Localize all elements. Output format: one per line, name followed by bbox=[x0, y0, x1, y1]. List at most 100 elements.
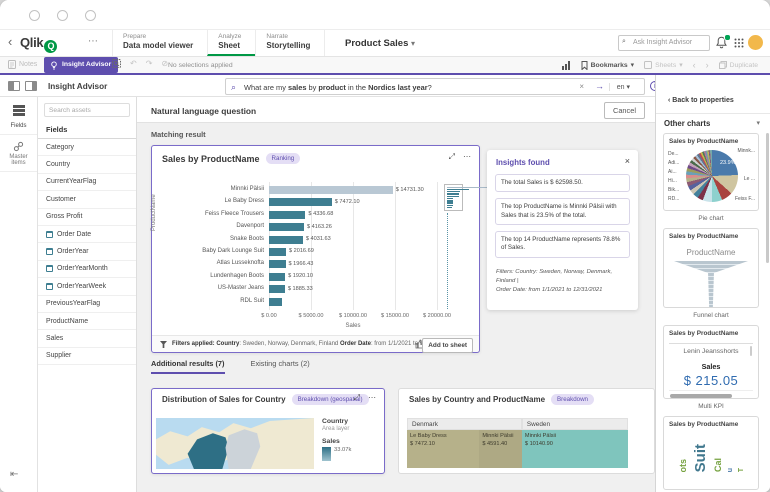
window-control-minimize[interactable] bbox=[57, 10, 68, 21]
app-title-dropdown[interactable]: Product Sales ▾ bbox=[345, 38, 415, 49]
close-icon[interactable]: × bbox=[625, 156, 630, 166]
user-avatar[interactable] bbox=[748, 35, 763, 50]
toggle-right-panel-icon[interactable] bbox=[25, 81, 37, 91]
nlq-search-input[interactable]: ⌕ What are my sales by product in the No… bbox=[225, 78, 645, 95]
insight-advisor-button[interactable]: Insight Advisor bbox=[44, 57, 118, 73]
bar-row[interactable]: Le Baby Dress$ 7472.10 bbox=[152, 196, 479, 208]
panel-scrollbar[interactable] bbox=[766, 133, 770, 263]
bar[interactable] bbox=[269, 248, 286, 256]
bar[interactable] bbox=[269, 285, 285, 293]
bar[interactable] bbox=[269, 211, 305, 219]
prev-sheet-icon[interactable]: ‹ bbox=[693, 60, 696, 70]
rail-tab-master-items[interactable]: Master items bbox=[0, 135, 37, 172]
app-overflow-menu-icon[interactable]: ⋯ bbox=[88, 36, 98, 47]
language-selector[interactable]: en ▾ bbox=[609, 83, 630, 91]
field-item[interactable]: OrderYearWeek bbox=[38, 278, 136, 295]
word-cloud-word[interactable]: u bbox=[727, 468, 734, 472]
treemap-cell[interactable]: Minnki Pälsii$ 4591.40 bbox=[479, 430, 522, 468]
result-chart-card[interactable]: Sales by ProductName Ranking ⤢ ⋯ Product… bbox=[151, 145, 480, 353]
notifications-bell-icon[interactable] bbox=[716, 36, 728, 49]
treemap-chart-card[interactable]: Sales by Country and ProductName Breakdo… bbox=[398, 388, 655, 474]
window-control-close[interactable] bbox=[29, 10, 40, 21]
bar-row[interactable]: Feiss Fleece Trousers$ 4336.68 bbox=[152, 209, 479, 221]
word-cloud-word[interactable]: ots bbox=[678, 459, 688, 473]
ask-insight-advisor-input[interactable]: ⌕ Ask Insight Advisor bbox=[618, 35, 710, 51]
word-cloud-word[interactable]: T bbox=[738, 468, 745, 472]
tab-existing-charts[interactable]: Existing charts (2) bbox=[251, 359, 310, 374]
bar[interactable] bbox=[269, 260, 286, 268]
insight-item[interactable]: The total Sales is $ 62598.50. bbox=[495, 174, 630, 192]
more-menu-icon[interactable]: ⋯ bbox=[368, 393, 376, 403]
geo-chart-card[interactable]: Distribution of Sales for Country Breakd… bbox=[151, 388, 385, 474]
step-back-icon[interactable]: ↶ bbox=[130, 59, 137, 68]
tab-additional-results[interactable]: Additional results (7) bbox=[151, 359, 225, 374]
field-item[interactable]: OrderYear bbox=[38, 243, 136, 260]
back-icon[interactable]: ‹ bbox=[8, 34, 12, 49]
duplicate-button[interactable]: Duplicate bbox=[719, 61, 758, 69]
cancel-button[interactable]: Cancel bbox=[604, 102, 645, 119]
next-sheet-icon[interactable]: › bbox=[706, 60, 709, 70]
qlik-logo[interactable]: QlikQ bbox=[20, 35, 57, 53]
field-item[interactable]: Order Date bbox=[38, 226, 136, 243]
fields-section-header[interactable]: Fields bbox=[38, 121, 136, 139]
clear-query-icon[interactable]: × bbox=[579, 82, 584, 91]
field-item[interactable]: Gross Profit bbox=[38, 209, 136, 226]
bar-row[interactable]: Lundenhagen Boots$ 1920.10 bbox=[152, 271, 479, 283]
chevron-down-icon[interactable]: ▾ bbox=[756, 119, 760, 127]
rail-tab-fields[interactable]: Fields bbox=[0, 97, 37, 135]
nav-prepare[interactable]: Prepare Data model viewer bbox=[112, 30, 207, 56]
toggle-left-panel-icon[interactable] bbox=[8, 81, 20, 91]
nav-narrate[interactable]: Narrate Storytelling bbox=[255, 30, 325, 56]
bar[interactable] bbox=[269, 186, 393, 194]
add-to-sheet-button[interactable]: Add to sheet bbox=[422, 338, 473, 353]
field-item[interactable]: CurrentYearFlag bbox=[38, 174, 136, 191]
more-menu-icon[interactable]: ⋯ bbox=[463, 152, 471, 162]
back-to-properties-link[interactable]: ‹ Back to properties bbox=[668, 97, 734, 104]
word-cloud-word[interactable]: Cal bbox=[713, 458, 723, 472]
step-forward-icon[interactable]: ↷ bbox=[146, 59, 153, 68]
bar[interactable] bbox=[269, 236, 303, 244]
bar-row[interactable]: RDL Suit bbox=[152, 296, 479, 308]
field-item[interactable]: Sales bbox=[38, 330, 136, 347]
bar-row[interactable]: Minnki Pälsii$ 14731.30 bbox=[152, 184, 479, 196]
bar-row[interactable]: Davenport$ 4163.26 bbox=[152, 221, 479, 233]
scrollbar[interactable] bbox=[750, 346, 753, 356]
multi-kpi-card[interactable]: Sales by ProductName Lenin Jeansshorts S… bbox=[663, 325, 759, 399]
bar-row[interactable]: Atlas Lusseknofta$ 1966.43 bbox=[152, 258, 479, 270]
pie-chart-card[interactable]: Sales by ProductName 23.9% De...Adi...Ai… bbox=[663, 133, 759, 211]
bar[interactable] bbox=[269, 273, 285, 281]
smart-search-icon[interactable] bbox=[112, 59, 121, 68]
field-item[interactable]: Category bbox=[38, 139, 136, 156]
bar[interactable] bbox=[269, 298, 282, 306]
bookmarks-button[interactable]: Bookmarks▾ bbox=[581, 61, 634, 70]
notes-button[interactable]: Notes bbox=[8, 60, 37, 69]
funnel-chart-card[interactable]: Sales by ProductName ProductName bbox=[663, 228, 759, 308]
treemap-cell[interactable]: Le Baby Dress$ 7472.10 bbox=[407, 430, 479, 468]
field-item[interactable]: ProductName bbox=[38, 313, 136, 330]
search-assets-input[interactable]: Search assets bbox=[44, 103, 130, 117]
bar-row[interactable]: Baby Dark Lounge Suit$ 2016.69 bbox=[152, 246, 479, 258]
bar[interactable] bbox=[269, 223, 304, 231]
bar-row[interactable]: Snake Boots$ 4031.63 bbox=[152, 234, 479, 246]
field-item[interactable]: Supplier bbox=[38, 348, 136, 365]
insight-item[interactable]: The top ProductName is Minnki Pälsii wit… bbox=[495, 198, 630, 225]
sheet-grid-icon[interactable] bbox=[562, 61, 571, 70]
word-cloud-word[interactable]: Suit bbox=[692, 444, 709, 472]
horizontal-scrollbar[interactable] bbox=[670, 394, 732, 398]
submit-query-icon[interactable]: → bbox=[595, 81, 604, 91]
bar[interactable] bbox=[269, 198, 332, 206]
app-launcher-icon[interactable] bbox=[734, 38, 744, 48]
expand-icon[interactable]: ⤢ bbox=[354, 393, 360, 403]
nav-analyze[interactable]: Analyze Sheet bbox=[207, 30, 255, 56]
word-cloud-card[interactable]: Sales by ProductName otsSuitCaluT bbox=[663, 416, 759, 490]
field-item[interactable]: PreviousYearFlag bbox=[38, 296, 136, 313]
field-item[interactable]: Customer bbox=[38, 191, 136, 208]
bar-row[interactable]: US-Master Jeans$ 1885.33 bbox=[152, 283, 479, 295]
insight-item[interactable]: The top 14 ProductName represents 78.8% … bbox=[495, 231, 630, 258]
treemap-cell[interactable]: Minnki Pälsii$ 10140.90 bbox=[522, 430, 628, 468]
chart-minimap[interactable] bbox=[444, 184, 463, 211]
window-control-maximize[interactable] bbox=[85, 10, 96, 21]
collapse-panel-icon[interactable]: ⇤ bbox=[10, 469, 18, 480]
expand-icon[interactable]: ⤢ bbox=[449, 152, 455, 162]
sheets-button[interactable]: Sheets▾ bbox=[644, 61, 683, 69]
